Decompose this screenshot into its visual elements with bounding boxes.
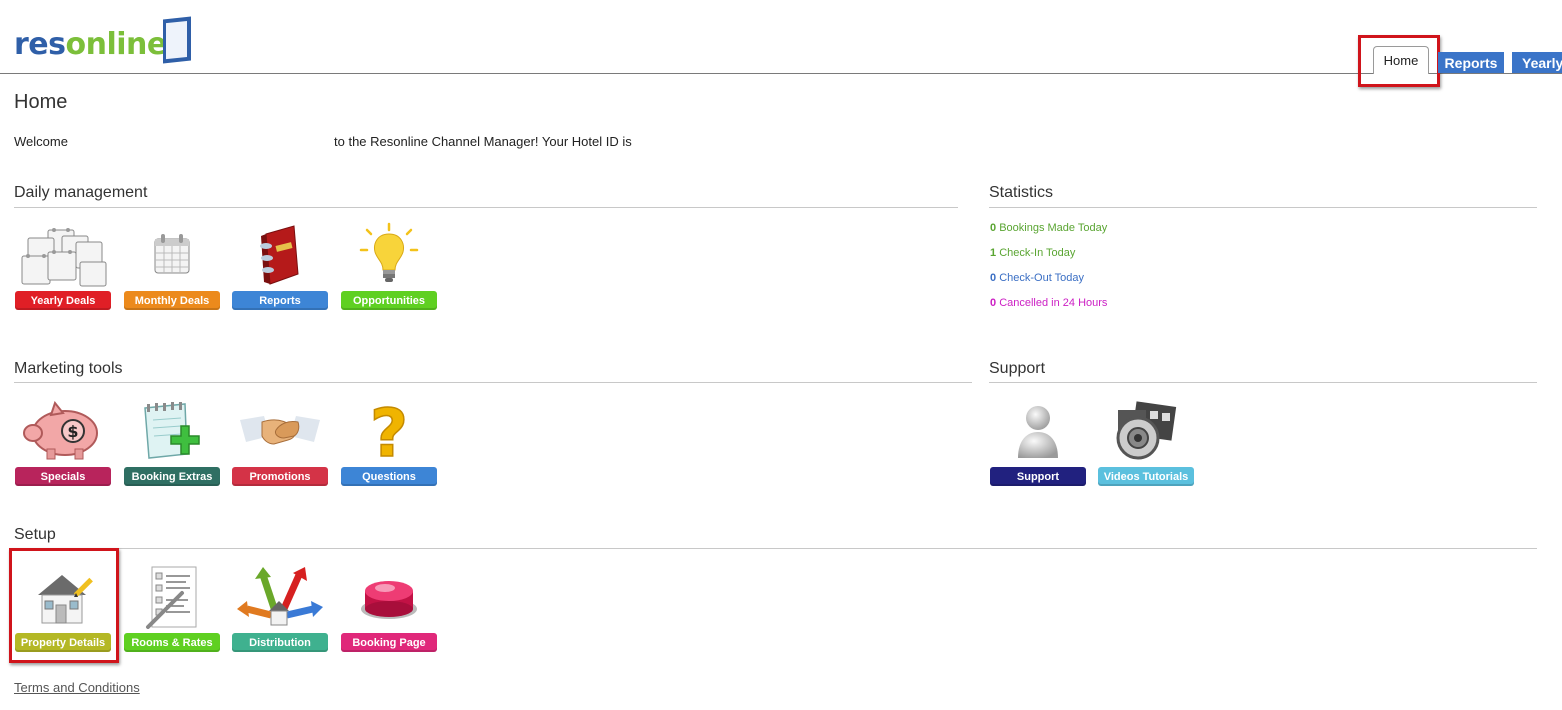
welcome-message: to the Resonline Channel Manager! Your H… bbox=[334, 134, 632, 149]
rooms-rates-button[interactable]: Rooms & Rates bbox=[124, 633, 220, 652]
house-pencil-icon bbox=[15, 562, 111, 632]
section-title-setup: Setup bbox=[14, 526, 56, 543]
page-title: Home bbox=[14, 91, 68, 113]
questions-button[interactable]: Questions bbox=[341, 467, 437, 486]
handshake-icon bbox=[232, 396, 328, 466]
section-title-statistics: Statistics bbox=[989, 184, 1054, 201]
tile-promotions[interactable]: Promotions bbox=[232, 396, 328, 486]
distribution-button[interactable]: Distribution bbox=[232, 633, 328, 652]
logo-text: resonline bbox=[14, 27, 167, 62]
question-mark-icon: ? bbox=[341, 396, 437, 466]
user-silhouette-icon bbox=[990, 396, 1086, 466]
tile-reports[interactable]: Reports bbox=[232, 220, 328, 310]
house-arrows-icon bbox=[232, 562, 328, 632]
booking-page-button[interactable]: Booking Page bbox=[341, 633, 437, 652]
tile-yearly-deals[interactable]: Yearly Deals bbox=[15, 220, 111, 310]
tile-support[interactable]: Support bbox=[990, 396, 1086, 486]
piggy-bank-icon: $ bbox=[15, 396, 111, 466]
tile-opportunities[interactable]: Opportunities bbox=[341, 220, 437, 310]
stat-cancelled-24h[interactable]: 0 Cancelled in 24 Hours bbox=[990, 297, 1107, 309]
section-divider bbox=[14, 548, 1537, 549]
section-divider bbox=[14, 382, 972, 383]
reports-button[interactable]: Reports bbox=[232, 291, 328, 310]
promotions-button[interactable]: Promotions bbox=[232, 467, 328, 486]
tile-videos-tutorials[interactable]: Videos Tutorials bbox=[1098, 396, 1194, 486]
notepad-plus-icon bbox=[124, 396, 220, 466]
tile-questions[interactable]: ? Questions bbox=[341, 396, 437, 486]
checklist-icon bbox=[124, 562, 220, 632]
lightbulb-icon bbox=[341, 220, 437, 290]
tile-monthly-deals[interactable]: Monthly Deals bbox=[124, 220, 220, 310]
film-speaker-icon bbox=[1098, 396, 1194, 466]
videos-tutorials-button[interactable]: Videos Tutorials bbox=[1098, 467, 1194, 486]
svg-text:$: $ bbox=[67, 422, 78, 441]
binder-book-icon bbox=[232, 220, 328, 290]
stat-checkin-today[interactable]: 1 Check-In Today bbox=[990, 247, 1075, 259]
resonline-logo[interactable]: resonline bbox=[14, 8, 191, 64]
section-title-marketing: Marketing tools bbox=[14, 360, 123, 377]
support-button[interactable]: Support bbox=[990, 467, 1086, 486]
door-icon bbox=[162, 16, 191, 64]
stat-bookings-today[interactable]: 0 Bookings Made Today bbox=[990, 222, 1107, 234]
tab-home[interactable]: Home bbox=[1373, 46, 1429, 74]
welcome-text: Welcome bbox=[14, 134, 68, 149]
calendar-icon bbox=[124, 220, 220, 290]
section-divider bbox=[989, 382, 1537, 383]
stat-checkout-today[interactable]: 0 Check-Out Today bbox=[990, 272, 1084, 284]
header-divider bbox=[0, 73, 1562, 74]
section-divider bbox=[14, 207, 958, 208]
tile-booking-page[interactable]: Booking Page bbox=[341, 562, 437, 652]
tile-booking-extras[interactable]: Booking Extras bbox=[124, 396, 220, 486]
red-button-icon bbox=[341, 562, 437, 632]
section-title-daily: Daily management bbox=[14, 184, 148, 201]
tile-specials[interactable]: $ Specials bbox=[15, 396, 111, 486]
yearly-deals-button[interactable]: Yearly Deals bbox=[15, 291, 111, 310]
tile-property-details[interactable]: Property Details bbox=[15, 562, 111, 652]
tab-yearly[interactable]: Yearly bbox=[1512, 52, 1562, 73]
calendar-multi-icon bbox=[15, 220, 111, 290]
monthly-deals-button[interactable]: Monthly Deals bbox=[124, 291, 220, 310]
tab-reports[interactable]: Reports bbox=[1438, 52, 1504, 73]
opportunities-button[interactable]: Opportunities bbox=[341, 291, 437, 310]
tile-rooms-rates[interactable]: Rooms & Rates bbox=[124, 562, 220, 652]
specials-button[interactable]: Specials bbox=[15, 467, 111, 486]
tile-distribution[interactable]: Distribution bbox=[232, 562, 328, 652]
section-divider bbox=[989, 207, 1537, 208]
svg-text:?: ? bbox=[370, 400, 408, 462]
booking-extras-button[interactable]: Booking Extras bbox=[124, 467, 220, 486]
property-details-button[interactable]: Property Details bbox=[15, 633, 111, 652]
section-title-support: Support bbox=[989, 360, 1046, 377]
terms-link[interactable]: Terms and Conditions bbox=[14, 680, 140, 695]
